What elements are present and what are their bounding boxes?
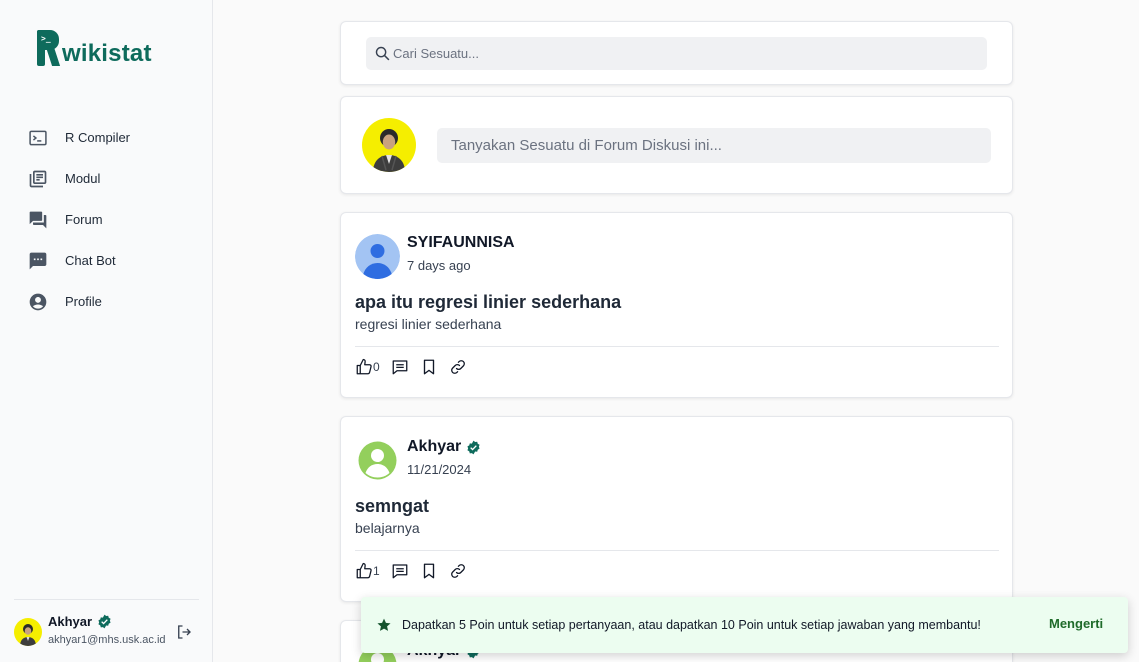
thumbs-up-icon [356,562,372,579]
sidebar-item-profile[interactable]: Profile [28,281,130,322]
toast-message: Dapatkan 5 Poin untuk setiap pertanyaan,… [402,618,981,632]
post-timestamp: 7 days ago [407,258,471,273]
thumbs-up-icon [356,358,372,375]
bookmark-button[interactable] [420,358,438,376]
sidebar-user-card: Akhyar akhyar1@mhs.usk.ac.id [14,612,199,652]
comment-button[interactable] [391,562,409,580]
bookmark-icon [423,359,434,375]
library-icon [29,170,47,187]
sidebar-item-forum[interactable]: Forum [28,199,130,240]
avatar[interactable] [362,118,416,172]
points-toast: Dapatkan 5 Poin untuk setiap pertanyaan,… [361,597,1128,653]
sidebar-user-name: Akhyar [48,614,93,629]
forum-post[interactable]: SYIFAUNNISA 7 days ago apa itu regresi l… [340,212,1013,398]
sidebar-item-label: Modul [65,171,101,186]
verified-badge-icon [467,440,480,454]
bookmark-button[interactable] [420,562,438,580]
post-title[interactable]: apa itu regresi linier sederhana [355,292,621,313]
comment-icon [392,360,408,375]
sidebar-item-label: Profile [65,294,102,309]
post-author[interactable]: SYIFAUNNISA [407,234,515,252]
avatar[interactable] [355,438,400,483]
sidebar-user-name-row: Akhyar [48,614,112,629]
logout-icon[interactable] [175,623,193,641]
logo-mark: >_ [37,30,61,66]
sidebar-item-modul[interactable]: Modul [28,158,130,199]
sidebar-item-r-compiler[interactable]: R Compiler [28,117,130,158]
terminal-icon [29,130,47,145]
avatar[interactable] [14,618,42,646]
ask-question-card: Tanyakan Sesuatu di Forum Diskusi ini... [340,96,1013,194]
app-logo[interactable]: >_ wikistat [37,30,152,66]
forum-icon [29,211,47,228]
search-input[interactable] [393,46,973,61]
star-icon [377,618,391,631]
like-button[interactable]: 1 [355,562,380,580]
like-button[interactable]: 0 [355,358,380,376]
logo-terminal-glyph: >_ [41,34,51,43]
like-count: 0 [373,360,380,374]
sidebar-item-label: R Compiler [65,130,131,145]
post-title[interactable]: semngat [355,496,429,517]
chat-dots-icon [29,252,47,269]
post-body: belajarnya [355,520,420,536]
comment-button[interactable] [391,358,409,376]
sidebar-user-email: akhyar1@mhs.usk.ac.id [48,634,166,646]
post-divider [355,550,999,551]
search-card [340,21,1013,85]
copy-link-button[interactable] [449,562,467,580]
comment-icon [392,564,408,579]
link-icon [450,360,465,374]
sidebar-item-chat-bot[interactable]: Chat Bot [28,240,130,281]
toast-dismiss-button[interactable]: Mengerti [1049,616,1103,631]
link-icon [450,564,465,578]
copy-link-button[interactable] [449,358,467,376]
post-timestamp: 11/21/2024 [407,462,472,477]
search-icon [375,46,390,61]
bookmark-icon [423,563,434,579]
sidebar-item-label: Forum [65,212,103,227]
sidebar-item-label: Chat Bot [65,253,116,268]
post-author-name: SYIFAUNNISA [407,234,515,251]
forum-post[interactable]: Akhyar 11/21/2024 semngat belajarnya 1 [340,416,1013,602]
verified-badge-icon [98,614,111,629]
sidebar: >_ wikistat R Compiler Modul Forum Chat … [0,0,213,662]
post-divider [355,346,999,347]
like-count: 1 [373,564,380,578]
avatar[interactable] [355,234,400,279]
ask-question-input[interactable]: Tanyakan Sesuatu di Forum Diskusi ini... [437,128,991,163]
post-actions: 1 [355,560,478,582]
sidebar-nav: R Compiler Modul Forum Chat Bot Profile [28,117,130,322]
post-author[interactable]: Akhyar [407,438,481,456]
sidebar-divider [14,599,199,600]
post-body: regresi linier sederhana [355,316,502,332]
logo-text: wikistat [62,40,152,67]
search-bar[interactable] [366,37,987,70]
post-actions: 0 [355,356,478,378]
post-author-name: Akhyar [407,438,462,455]
account-circle-icon [29,293,47,310]
